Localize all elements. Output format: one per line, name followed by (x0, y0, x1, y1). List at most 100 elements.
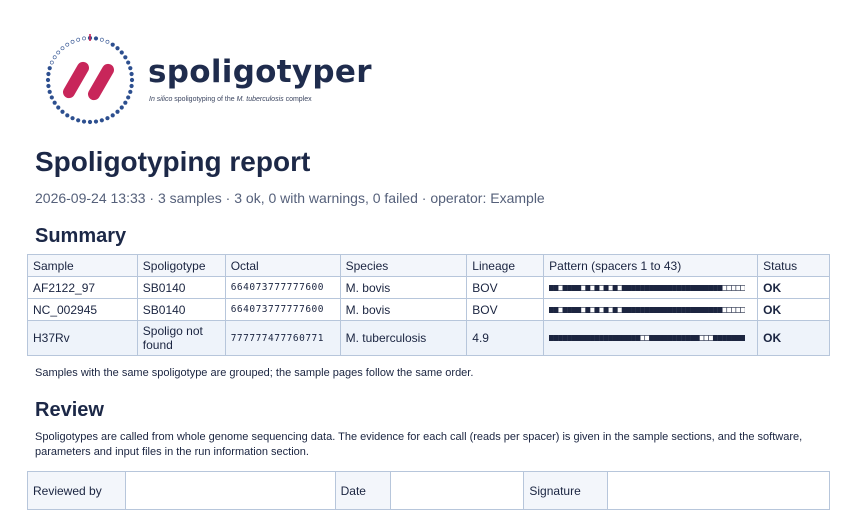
spacer-present (681, 306, 687, 313)
ring-dot-icon (119, 50, 124, 55)
spacer-present (622, 335, 627, 341)
spacer-absent (735, 306, 742, 313)
spacer-present (612, 306, 618, 313)
cell-sample: H37Rv (27, 320, 138, 356)
ring-dot-icon (123, 100, 128, 105)
spacer-present (667, 284, 673, 291)
spacer-present (704, 306, 709, 313)
cell-spoligotype: SB0140 (136, 298, 226, 321)
spacer-absent (703, 335, 710, 341)
spacer-present (635, 335, 641, 341)
spacer-absent (608, 306, 614, 313)
cell-lineage: BOV (466, 276, 545, 299)
spacer-present (685, 284, 691, 291)
bacillus-icon (88, 63, 114, 101)
spacer-present (567, 306, 573, 313)
table-row: NC_002945 SB0140 664073777777600 M. bovi… (27, 298, 830, 321)
spacer-present (571, 335, 577, 341)
spacer-absent (740, 284, 746, 291)
ring-dot-icon (45, 77, 51, 83)
spacer-present (608, 335, 614, 341)
table-row: AF2122_97 SB0140 664073777777600 M. bovi… (27, 276, 830, 299)
spacer-present (667, 335, 673, 341)
spacer-present (717, 306, 723, 313)
ring-dot-icon (93, 36, 99, 41)
cell-species: M. bovis (339, 298, 468, 321)
spacer-absent (580, 306, 587, 313)
spacer-present (558, 335, 563, 341)
report-title: Spoligotyping report (35, 146, 311, 177)
spacer-present (713, 284, 718, 291)
ring-dot-icon (46, 83, 51, 89)
ring-dot-icon (93, 119, 99, 124)
spacer-present (685, 335, 691, 341)
ring-dot-icon (105, 116, 110, 121)
ring-dot-icon (110, 42, 115, 47)
spacer-present (676, 284, 682, 291)
ring-dot-icon (60, 46, 65, 51)
signature-field[interactable] (607, 471, 830, 510)
spacer-absent (598, 306, 605, 313)
ring-dot-icon (129, 83, 134, 89)
brand-tagline: In silico spoligotyping of the M. tuberc… (149, 96, 312, 103)
spacer-present (649, 306, 655, 313)
spoligotyper-logo-icon (45, 34, 135, 125)
spacer-absent (580, 284, 587, 291)
summary-heading: Summary (35, 225, 127, 247)
ring-dot-icon (129, 71, 134, 77)
cell-lineage: 4.9 (466, 320, 545, 356)
summary-header-row: Sample Spoligotype Octal Species Lineage… (27, 254, 830, 277)
spacer-present (708, 284, 714, 291)
spacer-present (594, 335, 600, 341)
spacer-absent (608, 284, 614, 291)
spacer-present (562, 306, 568, 313)
ring-dot-icon (115, 46, 120, 51)
spacer-present (658, 306, 664, 313)
spacer-present (667, 306, 673, 313)
ring-dot-icon (119, 105, 124, 110)
spacer-present (663, 284, 668, 291)
ring-dot-icon (129, 77, 135, 83)
cell-octal: 664073777777600 (224, 298, 341, 321)
ring-dot-icon (81, 119, 87, 124)
spacer-absent (726, 306, 732, 313)
reviewed-by-field[interactable] (124, 471, 336, 510)
cell-pattern (543, 276, 759, 299)
spacer-present (576, 284, 582, 291)
spacer-present (695, 284, 700, 291)
table-row: H37Rv Spoligo not found 777777477760771 … (27, 320, 830, 356)
summary-table: Sample Spoligotype Octal Species Lineage… (27, 254, 830, 356)
spacer-present (581, 335, 586, 341)
spacer-present (690, 284, 696, 291)
spacer-present (612, 284, 618, 291)
spacer-present (676, 335, 682, 341)
ring-dot-icon (110, 113, 115, 118)
cell-spoligotype: Spoligo not found (136, 320, 226, 356)
spacer-present (713, 306, 718, 313)
spacer-present (672, 306, 677, 313)
col-lineage: Lineage (466, 254, 545, 277)
date-field[interactable] (389, 471, 525, 510)
spacer-absent (708, 335, 714, 341)
spacer-present (567, 335, 573, 341)
bacillus-icon (63, 61, 89, 99)
signature-row: Reviewed by Date Signature (27, 471, 830, 510)
spacer-present (717, 335, 723, 341)
cell-octal: 664073777777600 (224, 276, 341, 299)
cell-lineage: BOV (466, 298, 545, 321)
review-heading: Review (35, 399, 104, 421)
spacer-present (635, 284, 641, 291)
spacer-present (708, 306, 714, 313)
spacer-present (617, 335, 623, 341)
spacer-present (631, 284, 636, 291)
spacer-present (599, 335, 605, 341)
spacer-present (704, 284, 709, 291)
spacer-present (690, 335, 696, 341)
spacer-absent (640, 335, 646, 341)
spacer-present (649, 335, 655, 341)
spacer-present (631, 335, 636, 341)
spacer-present (549, 335, 554, 341)
ring-dot-icon (65, 42, 70, 47)
reviewed-by-label: Reviewed by (27, 471, 126, 510)
cell-species: M. bovis (339, 276, 468, 299)
